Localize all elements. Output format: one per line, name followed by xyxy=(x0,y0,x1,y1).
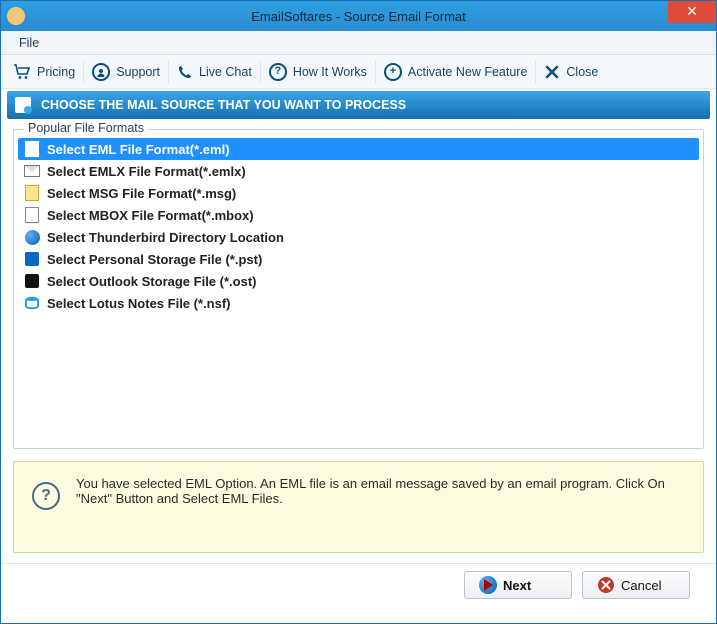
toolbar-support[interactable]: Support xyxy=(84,60,169,84)
format-label: Select MBOX File Format(*.mbox) xyxy=(47,208,254,223)
format-list: Select EML File Format(*.eml) Select EML… xyxy=(18,138,699,314)
format-label: Select EML File Format(*.eml) xyxy=(47,142,230,157)
toolbar-label: Activate New Feature xyxy=(408,65,528,79)
ost-file-icon xyxy=(24,273,40,289)
arrow-right-icon xyxy=(484,579,493,591)
format-option-mbox[interactable]: Select MBOX File Format(*.mbox) xyxy=(18,204,699,226)
toolbar-pricing[interactable]: Pricing xyxy=(5,61,84,83)
format-option-pst[interactable]: Select Personal Storage File (*.pst) xyxy=(18,248,699,270)
format-option-eml[interactable]: Select EML File Format(*.eml) xyxy=(18,138,699,160)
menu-file[interactable]: File xyxy=(11,34,47,52)
next-icon-bg xyxy=(479,576,497,594)
info-text: You have selected EML Option. An EML fil… xyxy=(76,476,685,506)
thunderbird-icon xyxy=(24,229,40,245)
titlebar: EmailSoftares - Source Email Format ✕ xyxy=(1,1,716,31)
button-bar: Next Cancel xyxy=(13,564,704,607)
support-icon xyxy=(92,63,110,81)
section-banner: CHOOSE THE MAIL SOURCE THAT YOU WANT TO … xyxy=(7,91,710,119)
cancel-label: Cancel xyxy=(621,578,661,593)
emlx-file-icon xyxy=(24,163,40,179)
format-option-emlx[interactable]: Select EMLX File Format(*.emlx) xyxy=(18,160,699,182)
groupbox-title: Popular File Formats xyxy=(24,121,148,135)
format-label: Select Thunderbird Directory Location xyxy=(47,230,284,245)
next-label: Next xyxy=(503,578,531,593)
banner-text: CHOOSE THE MAIL SOURCE THAT YOU WANT TO … xyxy=(41,98,406,112)
format-label: Select EMLX File Format(*.emlx) xyxy=(47,164,246,179)
x-icon xyxy=(544,64,560,80)
toolbar-label: Live Chat xyxy=(199,65,252,79)
toolbar: Pricing Support Live Chat ? How It Works… xyxy=(1,55,716,89)
toolbar-howitworks[interactable]: ? How It Works xyxy=(261,60,376,84)
question-icon: ? xyxy=(269,63,287,81)
app-icon xyxy=(7,7,25,25)
formats-groupbox: Popular File Formats Select EML File For… xyxy=(13,129,704,449)
next-button[interactable]: Next xyxy=(464,571,572,599)
toolbar-label: Support xyxy=(116,65,160,79)
toolbar-livechat[interactable]: Live Chat xyxy=(169,61,261,83)
toolbar-label: Close xyxy=(566,65,598,79)
cancel-icon xyxy=(597,576,615,594)
eml-file-icon xyxy=(24,141,40,157)
close-window-button[interactable]: ✕ xyxy=(668,1,716,23)
help-icon: ? xyxy=(32,482,60,510)
mbox-file-icon xyxy=(24,207,40,223)
toolbar-activate[interactable]: + Activate New Feature xyxy=(376,60,537,84)
content-area: Popular File Formats Select EML File For… xyxy=(1,121,716,623)
info-panel: ? You have selected EML Option. An EML f… xyxy=(13,461,704,553)
toolbar-label: Pricing xyxy=(37,65,75,79)
toolbar-label: How It Works xyxy=(293,65,367,79)
menu-bar: File xyxy=(1,31,716,55)
format-option-msg[interactable]: Select MSG File Format(*.msg) xyxy=(18,182,699,204)
format-option-nsf[interactable]: Select Lotus Notes File (*.nsf) xyxy=(18,292,699,314)
format-option-thunderbird[interactable]: Select Thunderbird Directory Location xyxy=(18,226,699,248)
pst-file-icon xyxy=(24,251,40,267)
toolbar-close[interactable]: Close xyxy=(536,61,606,83)
phone-icon xyxy=(177,64,193,80)
cancel-button[interactable]: Cancel xyxy=(582,571,690,599)
format-label: Select Outlook Storage File (*.ost) xyxy=(47,274,256,289)
format-label: Select MSG File Format(*.msg) xyxy=(47,186,236,201)
cart-icon xyxy=(13,64,31,80)
format-label: Select Lotus Notes File (*.nsf) xyxy=(47,296,230,311)
format-label: Select Personal Storage File (*.pst) xyxy=(47,252,262,267)
app-window: EmailSoftares - Source Email Format ✕ Fi… xyxy=(0,0,717,624)
banner-icon xyxy=(15,97,31,113)
close-icon: ✕ xyxy=(686,3,698,19)
msg-file-icon xyxy=(24,185,40,201)
nsf-file-icon xyxy=(24,295,40,311)
format-option-ost[interactable]: Select Outlook Storage File (*.ost) xyxy=(18,270,699,292)
plus-icon: + xyxy=(384,63,402,81)
window-title: EmailSoftares - Source Email Format xyxy=(1,9,716,24)
